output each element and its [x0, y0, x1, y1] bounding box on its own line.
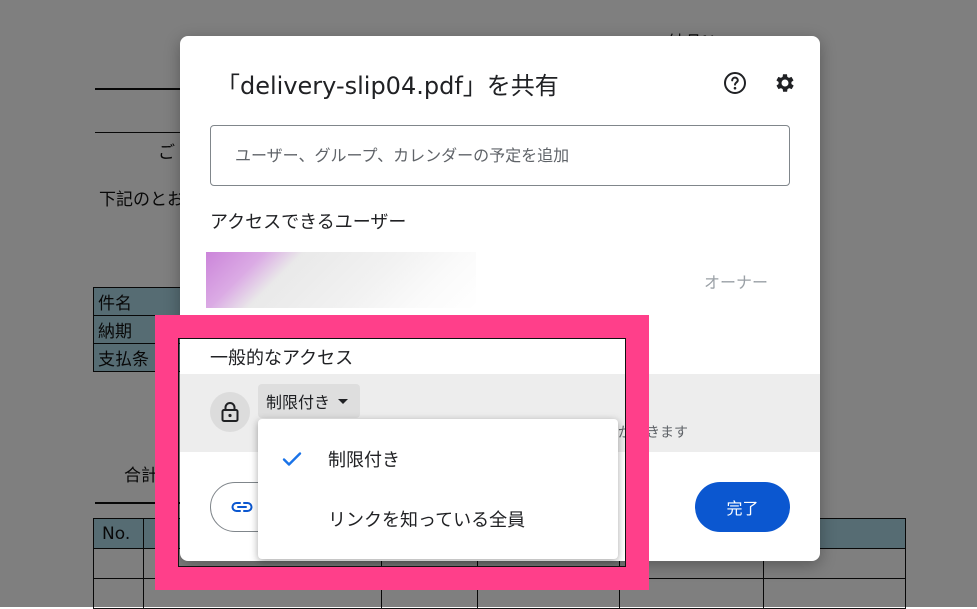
access-description: ができます [618, 425, 688, 441]
access-level-dropdown[interactable]: 制限付き [258, 384, 361, 418]
people-section-title: アクセスできるユーザー [210, 212, 407, 233]
help-button[interactable] [719, 67, 751, 99]
owner-role-label: オーナー [704, 273, 769, 292]
lock-icon [221, 402, 239, 422]
dialog-title: 「delivery-slip04.pdf」を共有 [216, 72, 559, 100]
gear-icon [776, 74, 794, 92]
settings-button[interactable] [769, 67, 801, 99]
lock-badge [210, 392, 250, 432]
access-level-menu: 制限付き リンクを知っている全員 [258, 419, 618, 559]
menu-item-restricted[interactable]: 制限付き [258, 429, 618, 489]
general-access-title: 一般的なアクセス [210, 348, 354, 369]
check-icon [282, 452, 302, 466]
done-button[interactable]: 完了 [695, 482, 790, 532]
caret-down-icon [338, 399, 349, 404]
menu-item-label: リンクを知っている全員 [328, 510, 526, 531]
link-icon [231, 502, 253, 512]
add-people-input[interactable] [210, 125, 790, 186]
menu-item-label: 制限付き [328, 450, 400, 471]
owner-user-redacted [206, 252, 476, 308]
menu-item-anyone-with-link[interactable]: リンクを知っている全員 [258, 489, 618, 549]
access-level-value: 制限付き [266, 393, 331, 412]
help-circle-icon [724, 72, 746, 94]
